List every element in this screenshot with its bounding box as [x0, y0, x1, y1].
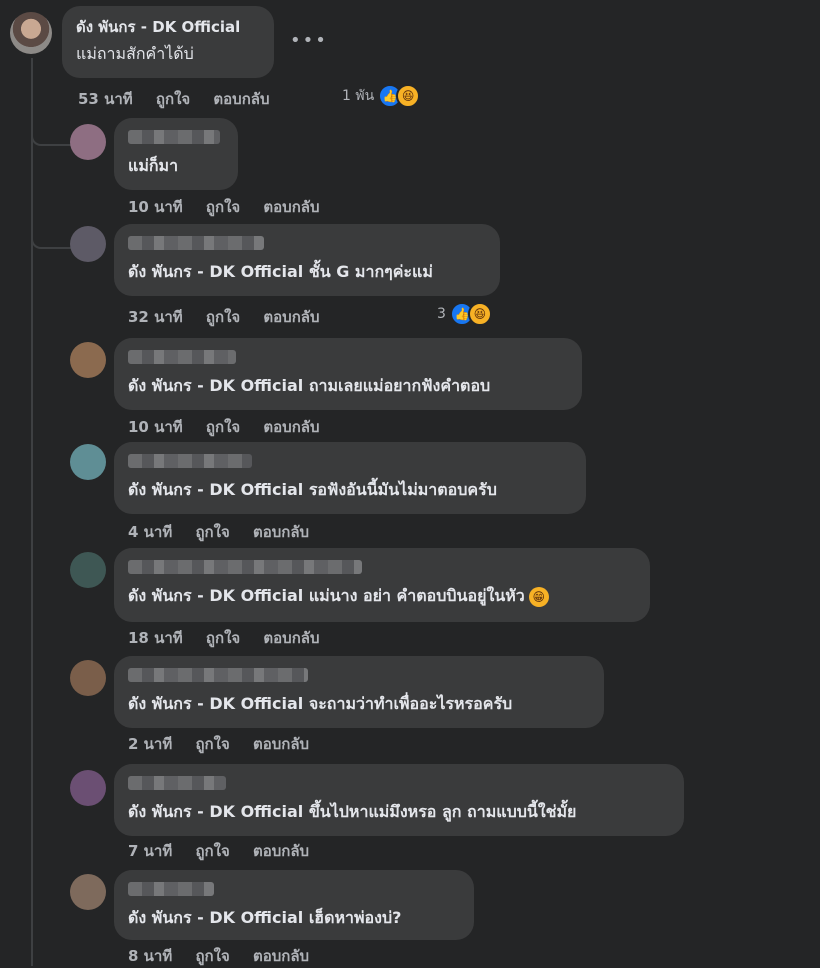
reply-like-button[interactable]: ถูกใจ: [206, 418, 240, 436]
main-comment-reaction-count: 1 พัน: [342, 88, 375, 104]
reply-time[interactable]: 4 นาที: [128, 523, 172, 541]
main-comment-avatar[interactable]: [10, 12, 52, 54]
reply-author-redacted: [128, 776, 226, 790]
reply-author-redacted: [128, 454, 252, 468]
reply-reply-button[interactable]: ตอบกลับ: [263, 629, 319, 647]
reply-author-redacted: [128, 560, 362, 574]
reply-like-button[interactable]: ถูกใจ: [206, 629, 240, 647]
reply-avatar[interactable]: [70, 226, 106, 262]
reply-bubble: ดัง พันกร - DK Official ชั้น G มากๆค่ะแม…: [114, 224, 500, 296]
main-comment-bubble: ดัง พันกร - DK Official แม่ถามสักคำได้บ่: [62, 6, 274, 78]
reply-branch-connector: [31, 225, 71, 249]
reply-author-redacted: [128, 350, 236, 364]
reply-like-button[interactable]: ถูกใจ: [206, 308, 240, 326]
haha-reaction-icon: 😆: [467, 302, 492, 326]
reply-mention-tag[interactable]: ดัง พันกร - DK Official: [128, 262, 303, 281]
reply-text: แม่ก็มา: [128, 156, 179, 175]
reply-branch-connector: [31, 122, 71, 146]
haha-reaction-icon: 😆: [396, 84, 421, 108]
reply-text: ถามเลยแม่อยากฟังคำตอบ: [303, 376, 491, 395]
reply-bubble: ดัง พันกร - DK Official เฮ็ดหาพ่องบ่?: [114, 870, 474, 940]
reply-text: รอฟังอันนี้มันไม่มาตอบครับ: [303, 480, 497, 499]
reply-bubble: ดัง พันกร - DK Official ถามเลยแม่อยากฟัง…: [114, 338, 582, 410]
reply-meta: 7 นาที ถูกใจ ตอบกลับ: [128, 839, 327, 863]
reply-meta: 18 นาที ถูกใจ ตอบกลับ: [128, 626, 338, 650]
reply-like-button[interactable]: ถูกใจ: [206, 198, 240, 216]
main-comment-time[interactable]: 53 นาที: [78, 90, 133, 108]
reply-meta: 8 นาที ถูกใจ ตอบกลับ: [128, 944, 327, 968]
reply-mention-tag[interactable]: ดัง พันกร - DK Official: [128, 908, 303, 927]
reply-reply-button[interactable]: ตอบกลับ: [253, 523, 309, 541]
reply-bubble: ดัง พันกร - DK Official ขึ้นไปหาแม่มึงหร…: [114, 764, 684, 836]
main-comment-text: แม่ถามสักคำได้บ่: [76, 44, 194, 63]
main-comment-reply-button[interactable]: ตอบกลับ: [213, 90, 269, 108]
reply-avatar[interactable]: [70, 660, 106, 696]
reply-avatar[interactable]: [70, 124, 106, 160]
reply-reply-button[interactable]: ตอบกลับ: [263, 418, 319, 436]
reply-bubble: ดัง พันกร - DK Official แม่นาง อย่า คำตอ…: [114, 548, 650, 622]
reply-text: แม่นาง อย่า คำตอบบินอยู่ในหัว: [303, 586, 525, 605]
reply-reactions[interactable]: 3 👍 😆: [437, 302, 492, 326]
reply-time[interactable]: 7 นาที: [128, 842, 172, 860]
reply-time[interactable]: 10 นาที: [128, 198, 183, 216]
reply-reaction-count: 3: [437, 306, 446, 322]
reply-meta: 2 นาที ถูกใจ ตอบกลับ: [128, 732, 327, 756]
reply-reply-button[interactable]: ตอบกลับ: [263, 198, 319, 216]
reply-avatar[interactable]: [70, 444, 106, 480]
reply-author-redacted: [128, 236, 264, 250]
reply-meta: 10 นาที ถูกใจ ตอบกลับ: [128, 415, 338, 439]
reply-author-redacted: [128, 130, 220, 144]
reply-text: จะถามว่าทำเพื่ออะไรหรอครับ: [303, 694, 513, 713]
reply-time[interactable]: 8 นาที: [128, 947, 172, 965]
reply-reply-button[interactable]: ตอบกลับ: [263, 308, 319, 326]
reply-like-button[interactable]: ถูกใจ: [195, 947, 229, 965]
reply-like-button[interactable]: ถูกใจ: [195, 842, 229, 860]
reply-reply-button[interactable]: ตอบกลับ: [253, 735, 309, 753]
reply-author-redacted: [128, 668, 308, 682]
reply-bubble: ดัง พันกร - DK Official จะถามว่าทำเพื่ออ…: [114, 656, 604, 728]
reply-mention-tag[interactable]: ดัง พันกร - DK Official: [128, 480, 303, 499]
main-comment-meta: 53 นาที ถูกใจ ตอบกลับ: [78, 87, 288, 111]
main-comment-reactions[interactable]: 1 พัน 👍 😆: [342, 84, 421, 108]
reply-time[interactable]: 2 นาที: [128, 735, 172, 753]
reply-meta: 4 นาที ถูกใจ ตอบกลับ: [128, 520, 327, 544]
reply-author-redacted: [128, 882, 214, 896]
more-horizontal-icon[interactable]: •••: [290, 30, 328, 51]
reply-mention-tag[interactable]: ดัง พันกร - DK Official: [128, 694, 303, 713]
reply-like-button[interactable]: ถูกใจ: [195, 523, 229, 541]
main-comment-like-button[interactable]: ถูกใจ: [156, 90, 190, 108]
reply-mention-tag[interactable]: ดัง พันกร - DK Official: [128, 376, 303, 395]
reply-time[interactable]: 10 นาที: [128, 418, 183, 436]
reply-time[interactable]: 18 นาที: [128, 629, 183, 647]
grin-emoji-icon: 😁: [528, 586, 549, 607]
reply-avatar[interactable]: [70, 874, 106, 910]
reply-bubble: แม่ก็มา: [114, 118, 238, 190]
reply-text: ขึ้นไปหาแม่มึงหรอ ลูก ถามแบบนี้ใช่มั้ย: [303, 802, 577, 821]
reply-avatar[interactable]: [70, 552, 106, 588]
reply-meta: 10 นาที ถูกใจ ตอบกลับ: [128, 195, 338, 219]
reply-text: เฮ็ดหาพ่องบ่?: [303, 908, 402, 927]
reply-avatar[interactable]: [70, 342, 106, 378]
reply-meta: 32 นาที ถูกใจ ตอบกลับ: [128, 305, 338, 329]
reply-avatar[interactable]: [70, 770, 106, 806]
reply-like-button[interactable]: ถูกใจ: [195, 735, 229, 753]
thread-line: [31, 58, 33, 966]
reply-mention-tag[interactable]: ดัง พันกร - DK Official: [128, 802, 303, 821]
reply-text: ชั้น G มากๆค่ะแม่: [303, 262, 433, 281]
reply-mention-tag[interactable]: ดัง พันกร - DK Official: [128, 586, 303, 605]
reply-reply-button[interactable]: ตอบกลับ: [253, 947, 309, 965]
reply-time[interactable]: 32 นาที: [128, 308, 183, 326]
reply-bubble: ดัง พันกร - DK Official รอฟังอันนี้มันไม…: [114, 442, 586, 514]
main-comment-author[interactable]: ดัง พันกร - DK Official: [76, 15, 260, 39]
reply-reply-button[interactable]: ตอบกลับ: [253, 842, 309, 860]
